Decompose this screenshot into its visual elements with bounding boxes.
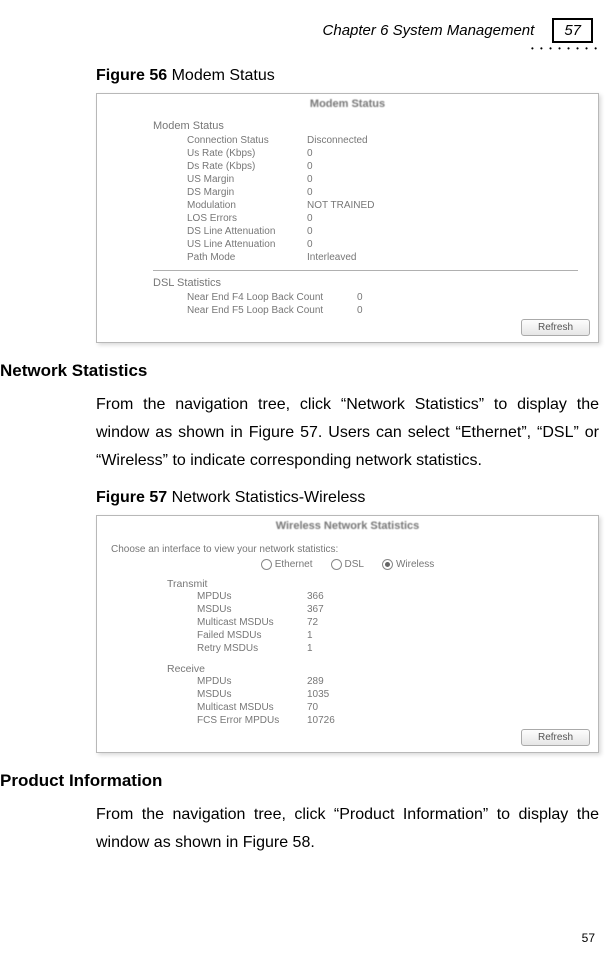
- radio-label: Wireless: [396, 559, 434, 570]
- radio-dsl[interactable]: DSL: [331, 559, 364, 570]
- table-row: FCS Error MPDUs10726: [197, 714, 598, 727]
- product-information-paragraph: From the navigation tree, click “Product…: [96, 801, 599, 857]
- page-number-box: 57: [552, 18, 593, 43]
- row-value: 10726: [307, 714, 335, 727]
- row-key: Connection Status: [187, 134, 307, 147]
- header-decoration: • • • • • • • •: [531, 44, 599, 53]
- row-value: 0: [307, 186, 313, 199]
- row-key: MSDUs: [197, 688, 307, 701]
- table-row: Failed MSDUs1: [197, 629, 598, 642]
- row-value: 0: [307, 173, 313, 186]
- figure56-caption: Figure 56 Modem Status: [96, 67, 599, 85]
- row-value: 0: [357, 304, 363, 317]
- transmit-label: Transmit: [167, 578, 598, 590]
- row-key: LOS Errors: [187, 212, 307, 225]
- row-value: 72: [307, 616, 318, 629]
- radio-icon: [261, 559, 272, 570]
- row-key: DS Line Attenuation: [187, 225, 307, 238]
- row-key: FCS Error MPDUs: [197, 714, 307, 727]
- network-statistics-paragraph: From the navigation tree, click “Network…: [96, 391, 599, 475]
- row-value: NOT TRAINED: [307, 199, 374, 212]
- table-row: MSDUs367: [197, 603, 598, 616]
- row-key: US Line Attenuation: [187, 238, 307, 251]
- table-row: Us Rate (Kbps)0: [187, 147, 598, 160]
- receive-label: Receive: [167, 663, 598, 675]
- row-key: Retry MSDUs: [197, 642, 307, 655]
- row-key: Failed MSDUs: [197, 629, 307, 642]
- table-row: US Margin0: [187, 173, 598, 186]
- row-value: 1: [307, 642, 313, 655]
- refresh-button[interactable]: Refresh: [521, 729, 590, 746]
- modem-status-title: Modem Status: [97, 94, 598, 114]
- row-value: 0: [357, 291, 363, 304]
- product-information-heading: Product Information: [0, 771, 599, 791]
- row-key: Modulation: [187, 199, 307, 212]
- radio-icon: [331, 559, 342, 570]
- row-key: US Margin: [187, 173, 307, 186]
- table-row: Retry MSDUs1: [197, 642, 598, 655]
- row-key: DS Margin: [187, 186, 307, 199]
- dsl-statistics-section: DSL Statistics: [153, 277, 598, 289]
- row-value: 1: [307, 629, 313, 642]
- table-row: DS Line Attenuation0: [187, 225, 598, 238]
- radio-label: DSL: [345, 559, 364, 570]
- radio-ethernet[interactable]: Ethernet: [261, 559, 313, 570]
- row-value: 70: [307, 701, 318, 714]
- row-value: Interleaved: [307, 251, 356, 264]
- row-value: 0: [307, 238, 313, 251]
- footer-page-number: 57: [582, 931, 595, 945]
- row-key: Us Rate (Kbps): [187, 147, 307, 160]
- row-value: 0: [307, 212, 313, 225]
- row-key: MPDUs: [197, 590, 307, 603]
- chapter-title: Chapter 6 System Management: [323, 22, 535, 39]
- table-row: Multicast MSDUs70: [197, 701, 598, 714]
- row-key: Near End F4 Loop Back Count: [187, 291, 357, 304]
- figure57-caption: Figure 57 Network Statistics-Wireless: [96, 489, 599, 507]
- table-row: DS Margin0: [187, 186, 598, 199]
- row-key: MSDUs: [197, 603, 307, 616]
- table-row: Multicast MSDUs72: [197, 616, 598, 629]
- table-row: MPDUs366: [197, 590, 598, 603]
- table-row: Path ModeInterleaved: [187, 251, 598, 264]
- row-key: Ds Rate (Kbps): [187, 160, 307, 173]
- refresh-button[interactable]: Refresh: [521, 319, 590, 336]
- choose-interface-label: Choose an interface to view your network…: [111, 544, 598, 555]
- network-statistics-heading: Network Statistics: [0, 361, 599, 381]
- radio-icon: [382, 559, 393, 570]
- row-value: 0: [307, 225, 313, 238]
- row-key: Multicast MSDUs: [197, 616, 307, 629]
- row-value: 1035: [307, 688, 329, 701]
- figure56-box: Modem Status Modem Status Connection Sta…: [96, 93, 599, 343]
- row-value: 289: [307, 675, 324, 688]
- row-value: 0: [307, 160, 313, 173]
- table-row: MSDUs1035: [197, 688, 598, 701]
- table-row: LOS Errors0: [187, 212, 598, 225]
- modem-status-section: Modem Status: [153, 120, 598, 132]
- table-row: MPDUs289: [197, 675, 598, 688]
- row-key: Near End F5 Loop Back Count: [187, 304, 357, 317]
- row-key: MPDUs: [197, 675, 307, 688]
- radio-wireless[interactable]: Wireless: [382, 559, 434, 570]
- row-value: 366: [307, 590, 324, 603]
- row-key: Multicast MSDUs: [197, 701, 307, 714]
- figure57-box: Wireless Network Statistics Choose an in…: [96, 515, 599, 753]
- row-value: 367: [307, 603, 324, 616]
- table-row: Near End F5 Loop Back Count0: [187, 304, 598, 317]
- row-key: Path Mode: [187, 251, 307, 264]
- table-row: Connection StatusDisconnected: [187, 134, 598, 147]
- divider: [153, 270, 578, 271]
- table-row: Near End F4 Loop Back Count0: [187, 291, 598, 304]
- table-row: Ds Rate (Kbps)0: [187, 160, 598, 173]
- wireless-stats-title: Wireless Network Statistics: [97, 516, 598, 536]
- radio-label: Ethernet: [275, 559, 313, 570]
- row-value: 0: [307, 147, 313, 160]
- row-value: Disconnected: [307, 134, 368, 147]
- table-row: ModulationNOT TRAINED: [187, 199, 598, 212]
- table-row: US Line Attenuation0: [187, 238, 598, 251]
